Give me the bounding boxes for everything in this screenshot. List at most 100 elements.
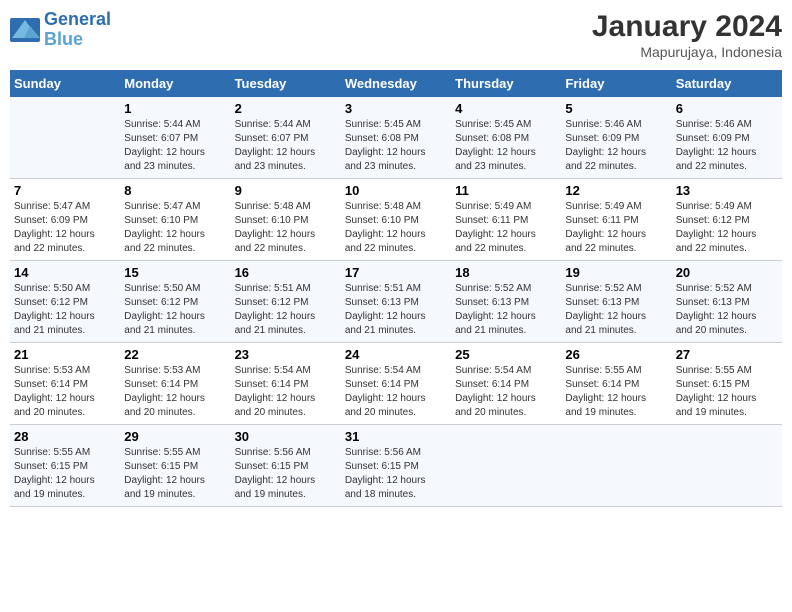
sunrise-text: Sunrise: 5:56 AM	[235, 446, 337, 460]
day-number: 5	[565, 101, 667, 116]
day-info: Sunrise: 5:54 AMSunset: 6:14 PMDaylight:…	[345, 364, 447, 420]
day-info: Sunrise: 5:44 AMSunset: 6:07 PMDaylight:…	[124, 118, 226, 174]
sunrise-text: Sunrise: 5:47 AM	[124, 200, 226, 214]
daylight-text-2: and 19 minutes.	[565, 406, 667, 420]
calendar-day-cell: 5 Sunrise: 5:46 AMSunset: 6:09 PMDaylight…	[561, 97, 671, 179]
day-number: 6	[676, 101, 778, 116]
daylight-text: Daylight: 12 hours	[345, 228, 447, 242]
daylight-text: Daylight: 12 hours	[565, 392, 667, 406]
daylight-text-2: and 20 minutes.	[235, 406, 337, 420]
calendar-day-cell: 19Sunrise: 5:52 AMSunset: 6:13 PMDayligh…	[561, 261, 671, 343]
daylight-text-2: and 23 minutes.	[235, 160, 337, 174]
calendar-day-cell: 24Sunrise: 5:54 AMSunset: 6:14 PMDayligh…	[341, 343, 451, 425]
daylight-text-2: and 20 minutes.	[124, 406, 226, 420]
sunset-text: Sunset: 6:12 PM	[235, 296, 337, 310]
daylight-text: Daylight: 12 hours	[124, 146, 226, 160]
day-number: 11	[455, 183, 557, 198]
sunrise-text: Sunrise: 5:46 AM	[676, 118, 778, 132]
sunset-text: Sunset: 6:15 PM	[124, 460, 226, 474]
day-info: Sunrise: 5:50 AMSunset: 6:12 PMDaylight:…	[124, 282, 226, 338]
sunrise-text: Sunrise: 5:56 AM	[345, 446, 447, 460]
day-number: 28	[14, 429, 116, 444]
day-info: Sunrise: 5:46 AMSunset: 6:09 PMDaylight:…	[565, 118, 667, 174]
sunrise-text: Sunrise: 5:44 AM	[235, 118, 337, 132]
day-number: 17	[345, 265, 447, 280]
sunset-text: Sunset: 6:09 PM	[676, 132, 778, 146]
weekday-header: Tuesday	[231, 70, 341, 97]
calendar-day-cell: 23Sunrise: 5:54 AMSunset: 6:14 PMDayligh…	[231, 343, 341, 425]
daylight-text-2: and 18 minutes.	[345, 488, 447, 502]
day-number: 23	[235, 347, 337, 362]
sunrise-text: Sunrise: 5:48 AM	[235, 200, 337, 214]
sunrise-text: Sunrise: 5:53 AM	[124, 364, 226, 378]
daylight-text: Daylight: 12 hours	[345, 146, 447, 160]
calendar-day-cell	[561, 425, 671, 507]
title-block: January 2024 Mapurujaya, Indonesia	[592, 10, 782, 60]
daylight-text: Daylight: 12 hours	[124, 392, 226, 406]
sunrise-text: Sunrise: 5:48 AM	[345, 200, 447, 214]
day-number: 31	[345, 429, 447, 444]
logo-text: General Blue	[44, 10, 111, 50]
day-number: 22	[124, 347, 226, 362]
daylight-text: Daylight: 12 hours	[124, 474, 226, 488]
main-title: January 2024	[592, 10, 782, 44]
daylight-text: Daylight: 12 hours	[676, 228, 778, 242]
day-number: 16	[235, 265, 337, 280]
daylight-text-2: and 22 minutes.	[676, 242, 778, 256]
sunrise-text: Sunrise: 5:54 AM	[455, 364, 557, 378]
day-info: Sunrise: 5:47 AMSunset: 6:09 PMDaylight:…	[14, 200, 116, 256]
day-number: 19	[565, 265, 667, 280]
day-number: 18	[455, 265, 557, 280]
day-info: Sunrise: 5:55 AMSunset: 6:15 PMDaylight:…	[14, 446, 116, 502]
daylight-text: Daylight: 12 hours	[455, 228, 557, 242]
calendar-day-cell: 21Sunrise: 5:53 AMSunset: 6:14 PMDayligh…	[10, 343, 120, 425]
daylight-text: Daylight: 12 hours	[14, 310, 116, 324]
weekday-header: Thursday	[451, 70, 561, 97]
day-number: 12	[565, 183, 667, 198]
daylight-text-2: and 21 minutes.	[124, 324, 226, 338]
daylight-text-2: and 22 minutes.	[345, 242, 447, 256]
sunset-text: Sunset: 6:15 PM	[345, 460, 447, 474]
sunrise-text: Sunrise: 5:50 AM	[124, 282, 226, 296]
daylight-text-2: and 20 minutes.	[345, 406, 447, 420]
sunset-text: Sunset: 6:08 PM	[345, 132, 447, 146]
daylight-text: Daylight: 12 hours	[235, 310, 337, 324]
sunrise-text: Sunrise: 5:50 AM	[14, 282, 116, 296]
daylight-text-2: and 20 minutes.	[676, 324, 778, 338]
calendar-day-cell: 16Sunrise: 5:51 AMSunset: 6:12 PMDayligh…	[231, 261, 341, 343]
daylight-text-2: and 22 minutes.	[565, 160, 667, 174]
sunrise-text: Sunrise: 5:46 AM	[565, 118, 667, 132]
sunrise-text: Sunrise: 5:49 AM	[676, 200, 778, 214]
subtitle: Mapurujaya, Indonesia	[592, 44, 782, 60]
day-info: Sunrise: 5:46 AMSunset: 6:09 PMDaylight:…	[676, 118, 778, 174]
day-info: Sunrise: 5:44 AMSunset: 6:07 PMDaylight:…	[235, 118, 337, 174]
daylight-text-2: and 22 minutes.	[235, 242, 337, 256]
day-number: 1	[124, 101, 226, 116]
day-number: 27	[676, 347, 778, 362]
daylight-text: Daylight: 12 hours	[676, 392, 778, 406]
day-info: Sunrise: 5:52 AMSunset: 6:13 PMDaylight:…	[455, 282, 557, 338]
sunrise-text: Sunrise: 5:54 AM	[235, 364, 337, 378]
day-number: 29	[124, 429, 226, 444]
calendar-week-row: 7Sunrise: 5:47 AMSunset: 6:09 PMDaylight…	[10, 179, 782, 261]
sunrise-text: Sunrise: 5:55 AM	[676, 364, 778, 378]
sunset-text: Sunset: 6:14 PM	[235, 378, 337, 392]
page-header: General Blue January 2024 Mapurujaya, In…	[10, 10, 782, 60]
daylight-text: Daylight: 12 hours	[676, 310, 778, 324]
calendar-day-cell: 25Sunrise: 5:54 AMSunset: 6:14 PMDayligh…	[451, 343, 561, 425]
day-info: Sunrise: 5:53 AMSunset: 6:14 PMDaylight:…	[124, 364, 226, 420]
calendar-day-cell: 13Sunrise: 5:49 AMSunset: 6:12 PMDayligh…	[672, 179, 782, 261]
sunrise-text: Sunrise: 5:52 AM	[565, 282, 667, 296]
sunrise-text: Sunrise: 5:45 AM	[455, 118, 557, 132]
sunset-text: Sunset: 6:09 PM	[14, 214, 116, 228]
sunrise-text: Sunrise: 5:47 AM	[14, 200, 116, 214]
daylight-text: Daylight: 12 hours	[124, 310, 226, 324]
daylight-text-2: and 21 minutes.	[345, 324, 447, 338]
sunset-text: Sunset: 6:11 PM	[455, 214, 557, 228]
weekday-header-row: SundayMondayTuesdayWednesdayThursdayFrid…	[10, 70, 782, 97]
day-number: 9	[235, 183, 337, 198]
daylight-text: Daylight: 12 hours	[14, 392, 116, 406]
calendar-day-cell: 30Sunrise: 5:56 AMSunset: 6:15 PMDayligh…	[231, 425, 341, 507]
daylight-text: Daylight: 12 hours	[565, 146, 667, 160]
calendar-day-cell: 8Sunrise: 5:47 AMSunset: 6:10 PMDaylight…	[120, 179, 230, 261]
